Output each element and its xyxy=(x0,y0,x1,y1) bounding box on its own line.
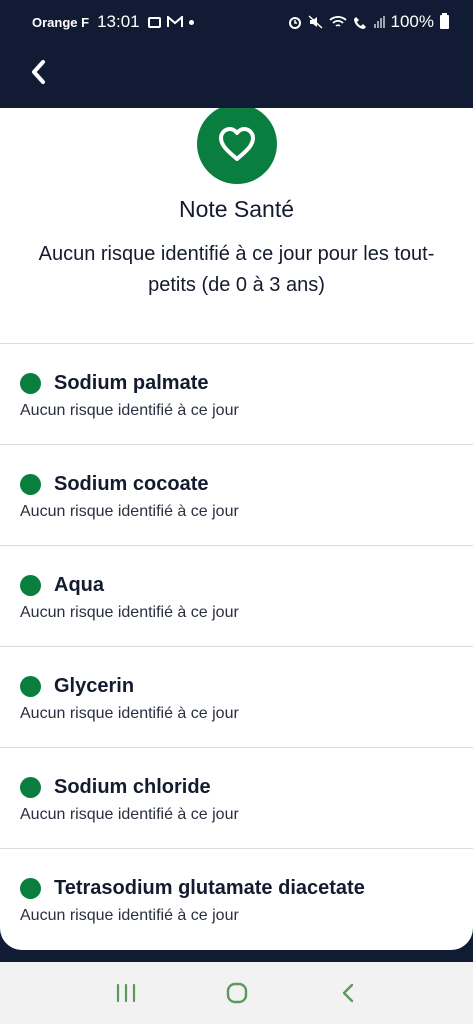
page-subtitle: Aucun risque identifié à ce jour pour le… xyxy=(38,243,435,296)
chevron-left-icon xyxy=(32,60,45,84)
risk-status-dot xyxy=(20,574,41,596)
health-score-sheet: Note Santé Aucun risque identifié à ce j… xyxy=(0,108,473,950)
risk-status-dot xyxy=(20,877,41,899)
status-right: 100% xyxy=(288,12,449,32)
ingredient-row-top: Tetrasodium glutamate diacetate xyxy=(20,875,453,901)
ingredient-row-top: Sodium cocoate xyxy=(20,471,453,497)
ingredient-row[interactable]: Aqua Aucun risque identifié à ce jour xyxy=(0,546,473,647)
ingredient-row-top: Aqua xyxy=(20,572,453,598)
alarm-icon xyxy=(288,17,301,29)
more-notifications-icon xyxy=(188,19,194,25)
back-icon xyxy=(342,983,353,1003)
carrier-label: Orange F xyxy=(32,14,90,30)
page-title: Note Santé xyxy=(178,196,295,222)
ingredient-name: Glycerin xyxy=(54,674,135,697)
gallery-icon xyxy=(147,16,161,28)
notification-icons xyxy=(147,16,194,28)
ingredient-risk-text: Aucun risque identifié à ce jour xyxy=(20,402,239,419)
ingredient-row-top: Sodium chloride xyxy=(20,774,453,800)
battery-percent: 100% xyxy=(390,12,434,31)
ingredient-risk-text: Aucun risque identifié à ce jour xyxy=(20,907,239,924)
home-button[interactable] xyxy=(217,973,257,1013)
ingredient-row[interactable]: Glycerin Aucun risque identifié à ce jou… xyxy=(0,647,473,748)
risk-status-dot xyxy=(20,675,41,697)
ingredient-list: Sodium palmate Aucun risque identifié à … xyxy=(0,344,473,950)
wifi-icon xyxy=(328,16,347,27)
battery-icon xyxy=(440,13,449,29)
ingredient-risk-text: Aucun risque identifié à ce jour xyxy=(20,604,239,621)
clock: 13:01 xyxy=(97,12,140,31)
ingredient-row[interactable]: Sodium cocoate Aucun risque identifié à … xyxy=(0,445,473,546)
system-navigation-bar xyxy=(0,962,473,1024)
ingredient-risk-text: Aucun risque identifié à ce jour xyxy=(20,806,239,823)
recents-button[interactable] xyxy=(106,973,146,1013)
status-left: Orange F 13:01 xyxy=(32,12,194,32)
ingredient-risk-text: Aucun risque identifié à ce jour xyxy=(20,705,239,722)
ingredient-row-top: Glycerin xyxy=(20,673,453,699)
ingredient-row[interactable]: Tetrasodium glutamate diacetate Aucun ri… xyxy=(0,849,473,950)
back-button[interactable] xyxy=(20,54,56,90)
risk-status-dot xyxy=(20,473,41,495)
signal-icon xyxy=(373,16,385,28)
risk-status-dot xyxy=(20,372,41,394)
ingredient-row-top: Sodium palmate xyxy=(20,370,453,396)
ingredient-risk-text: Aucun risque identifié à ce jour xyxy=(20,503,239,520)
home-icon xyxy=(226,982,247,1004)
ingredient-name: Sodium chloride xyxy=(54,775,211,798)
app-header xyxy=(0,44,473,108)
health-score-badge xyxy=(196,108,277,184)
system-back-button[interactable] xyxy=(328,973,368,1013)
status-bar: Orange F 13:01 100% xyxy=(0,0,473,44)
risk-status-dot xyxy=(20,776,41,798)
heart-icon xyxy=(218,127,255,161)
ingredient-row[interactable]: Sodium palmate Aucun risque identifié à … xyxy=(0,344,473,445)
wifi-call-icon xyxy=(353,17,366,29)
mute-icon xyxy=(308,15,323,29)
ingredient-name: Tetrasodium glutamate diacetate xyxy=(54,876,365,899)
ingredient-name: Sodium cocoate xyxy=(54,472,209,495)
ingredient-row[interactable]: Sodium chloride Aucun risque identifié à… xyxy=(0,748,473,849)
recents-icon xyxy=(116,983,135,1003)
ingredient-name: Sodium palmate xyxy=(54,371,209,394)
ingredient-name: Aqua xyxy=(54,573,104,596)
health-score-header: Note Santé Aucun risque identifié à ce j… xyxy=(0,108,473,344)
gmail-icon xyxy=(166,16,183,27)
